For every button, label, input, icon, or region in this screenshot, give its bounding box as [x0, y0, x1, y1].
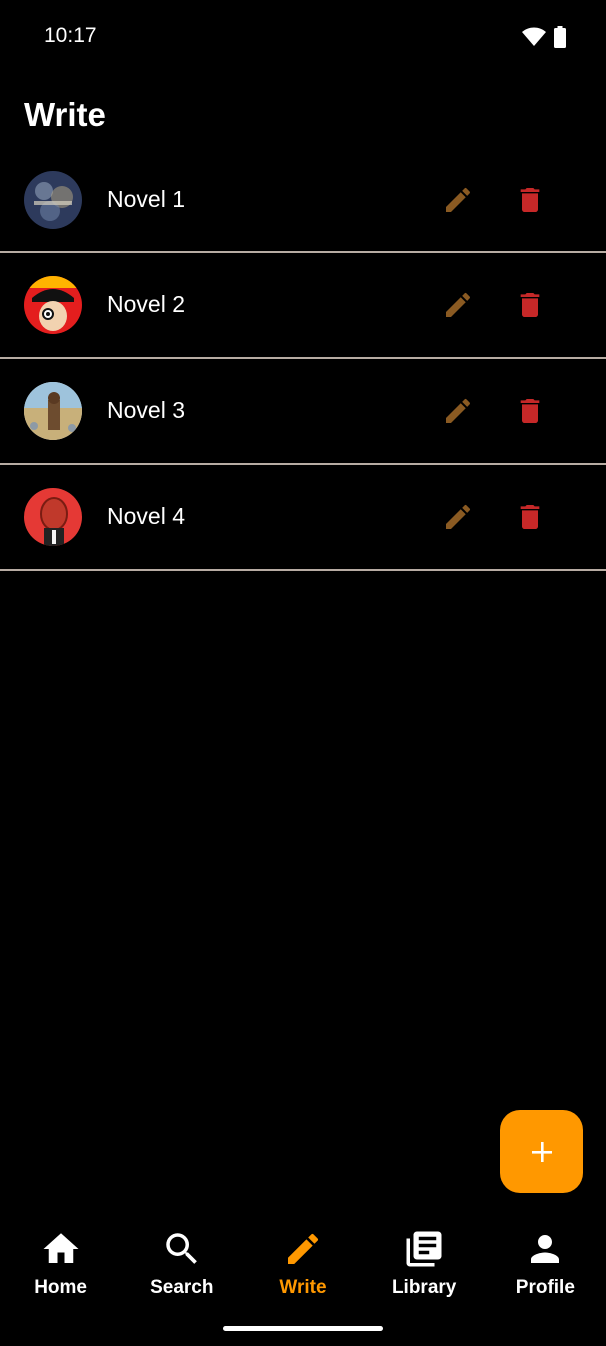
nav-label: Profile — [515, 1277, 575, 1298]
list-item[interactable]: Novel 4 — [0, 465, 606, 571]
wifi-icon — [522, 27, 546, 52]
edit-button[interactable] — [442, 184, 474, 216]
novel-title: Novel 2 — [107, 291, 185, 317]
edit-button[interactable] — [442, 395, 474, 427]
plus-icon — [531, 1141, 552, 1162]
nav-item-profile[interactable]: Profile — [485, 1220, 606, 1310]
status-bar: 10:17 — [0, 0, 606, 76]
trash-icon — [520, 188, 540, 212]
nav-item-write[interactable]: Write — [242, 1220, 363, 1310]
page-title: Write — [24, 96, 106, 133]
trash-icon — [520, 293, 540, 317]
list-item[interactable]: Novel 2 — [0, 253, 606, 359]
cover-image-3 — [24, 382, 82, 440]
library-icon — [402, 1227, 446, 1271]
pencil-icon — [446, 187, 471, 212]
delete-button[interactable] — [514, 395, 546, 427]
delete-button[interactable] — [514, 501, 546, 533]
nav-item-home[interactable]: Home — [0, 1220, 121, 1310]
add-novel-button[interactable] — [500, 1110, 583, 1193]
edit-button[interactable] — [442, 289, 474, 321]
pencil-icon — [446, 398, 471, 423]
nav-label: Home — [34, 1277, 87, 1298]
cover-image-1 — [24, 171, 82, 229]
nav-label: Search — [150, 1277, 214, 1298]
list-item[interactable]: Novel 3 — [0, 359, 606, 465]
person-icon — [523, 1227, 567, 1271]
write-screen: 10:17 Write Novel 1 Novel 2 Novel 3 Nove… — [0, 0, 606, 1346]
list-item[interactable]: Novel 1 — [0, 148, 606, 253]
home-icon — [39, 1227, 83, 1271]
home-indicator[interactable] — [223, 1326, 383, 1331]
nav-item-search[interactable]: Search — [121, 1220, 242, 1310]
pencil-icon — [446, 504, 471, 529]
bottom-nav: Home Search Write Library Profile — [0, 1220, 606, 1310]
nav-label: Library — [391, 1277, 457, 1298]
battery-icon — [554, 26, 566, 53]
delete-button[interactable] — [514, 289, 546, 321]
trash-icon — [520, 505, 540, 529]
novel-title: Novel 1 — [107, 186, 185, 212]
status-icons — [522, 26, 566, 53]
novel-list: Novel 1 Novel 2 Novel 3 Novel 4 — [0, 148, 606, 571]
delete-button[interactable] — [514, 184, 546, 216]
nav-item-library[interactable]: Library — [364, 1220, 485, 1310]
edit-button[interactable] — [442, 501, 474, 533]
pencil-icon — [281, 1227, 325, 1271]
cover-image-2 — [24, 276, 82, 334]
nav-label: Write — [279, 1277, 327, 1298]
novel-title: Novel 3 — [107, 397, 185, 423]
novel-title: Novel 4 — [107, 503, 185, 529]
search-icon — [160, 1227, 204, 1271]
cover-image-4 — [24, 488, 82, 546]
status-time: 10:17 — [44, 24, 97, 47]
pencil-icon — [446, 292, 471, 317]
trash-icon — [520, 399, 540, 423]
